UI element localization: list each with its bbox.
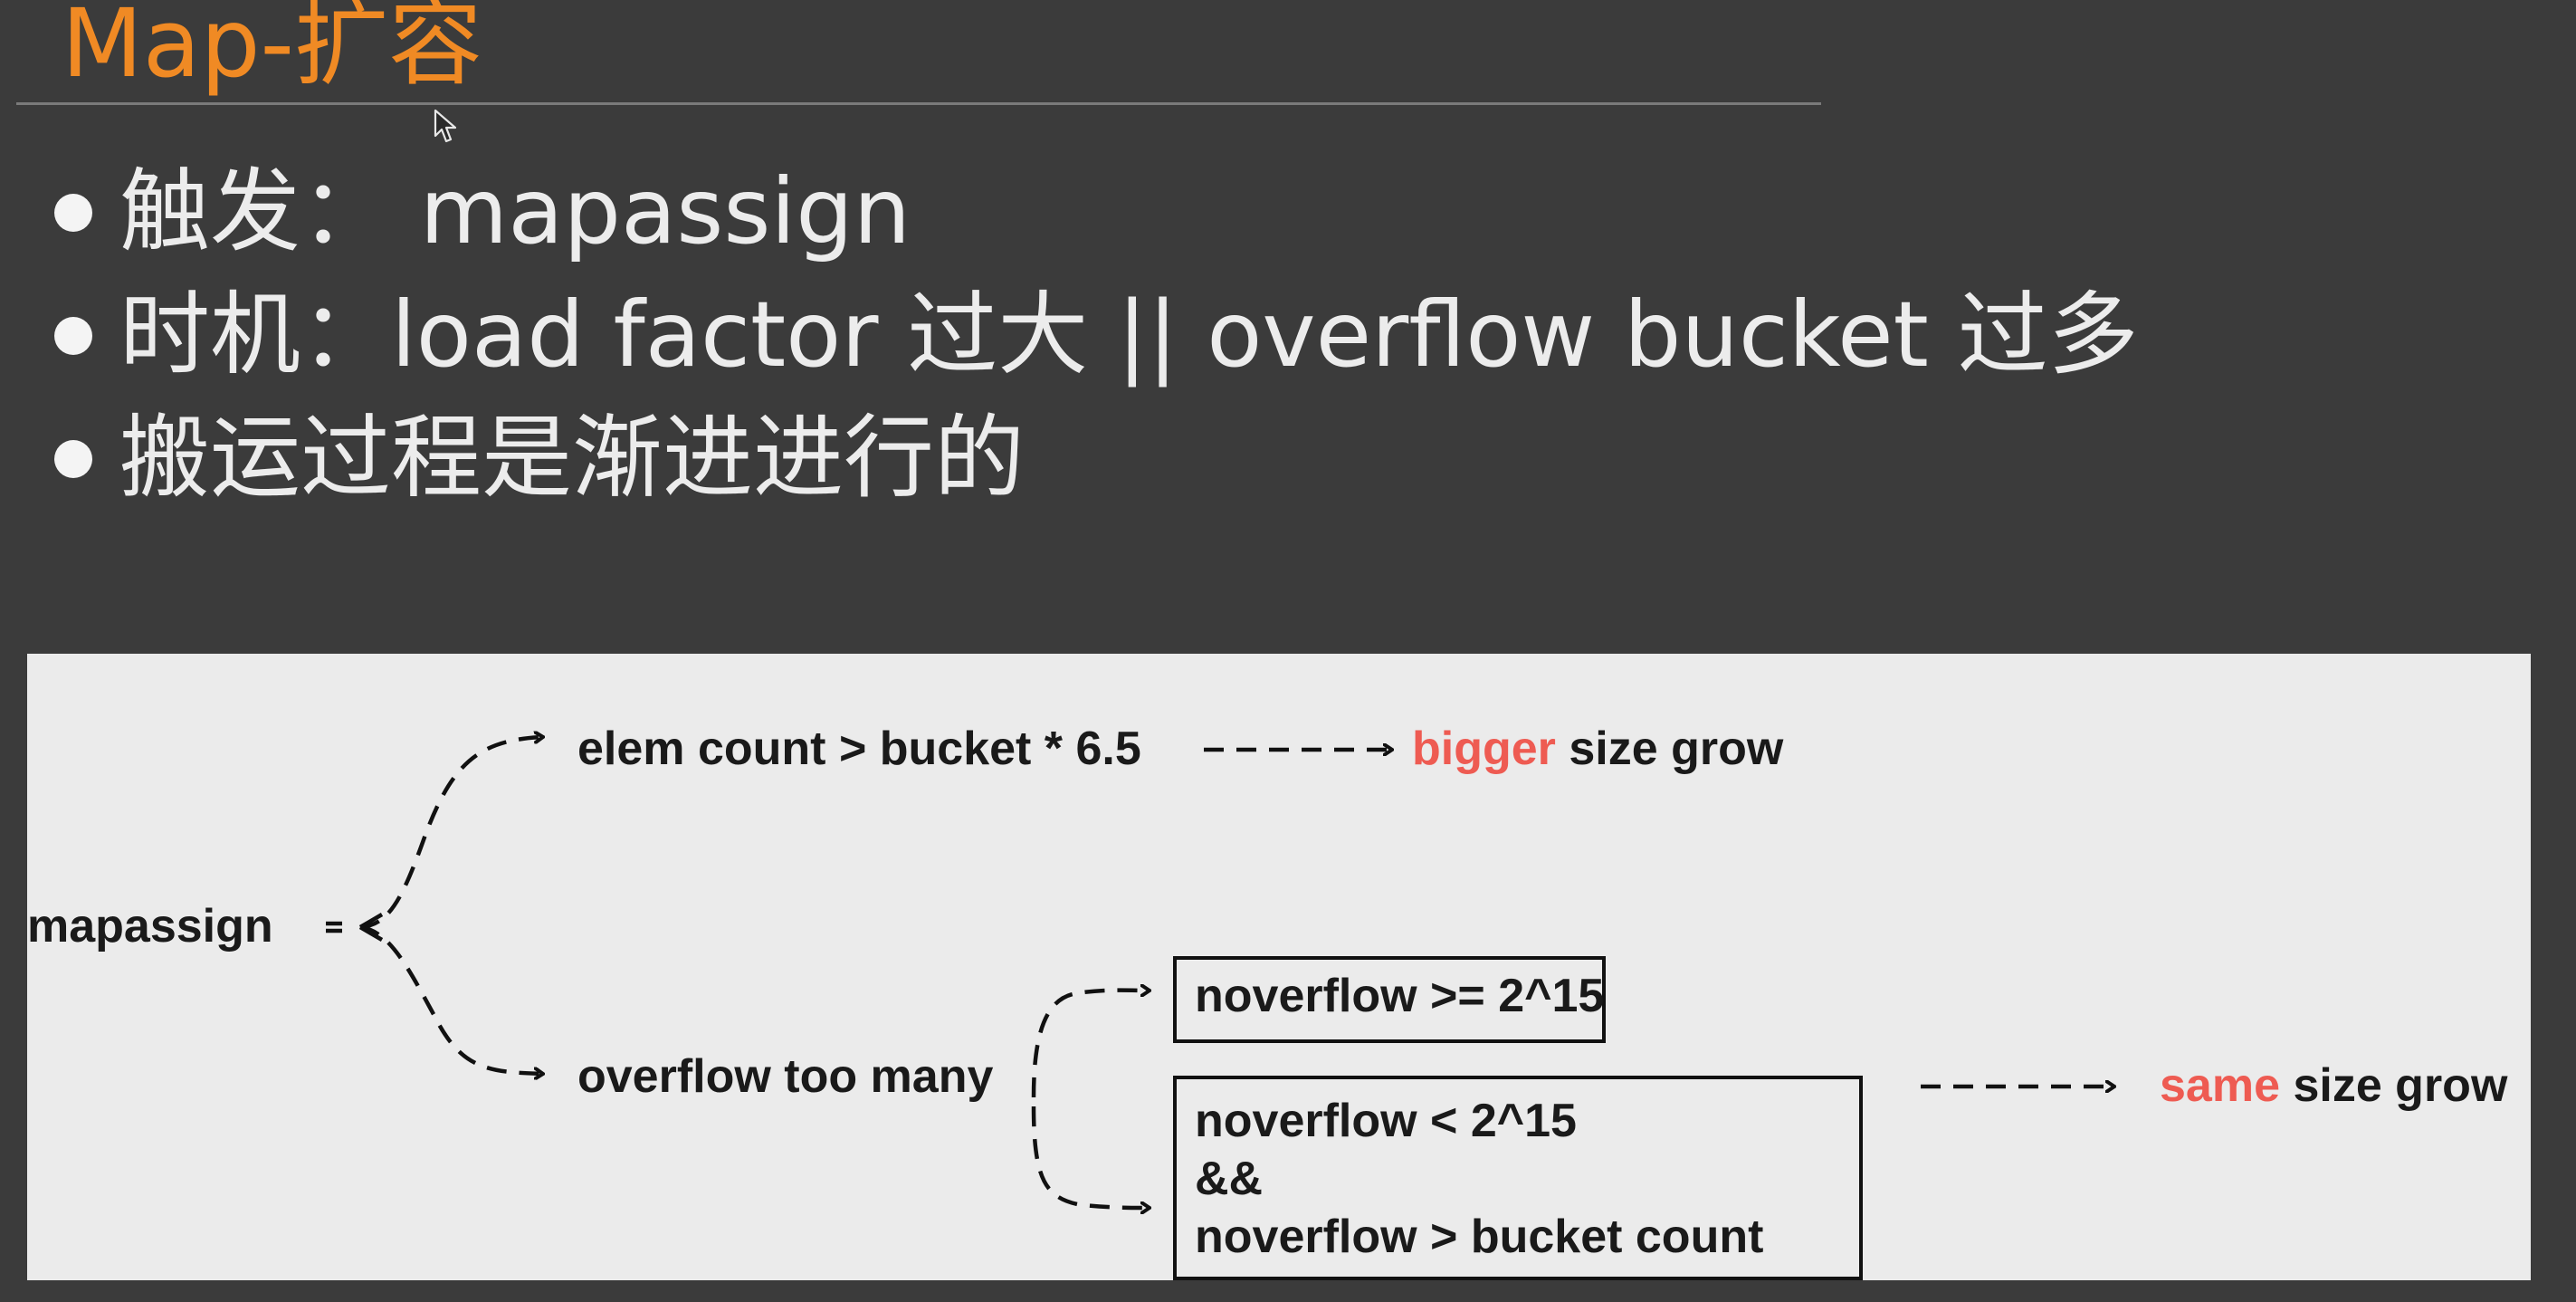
condition-text: && bbox=[1195, 1153, 1264, 1205]
bullet-list: 触发： mapassign 时机：load factor 过大 || overf… bbox=[54, 150, 2139, 520]
result-bigger-size-grow: bigger size grow bbox=[1412, 721, 1783, 777]
diagram-panel: mapassign elem count > bucket * 6.5 over… bbox=[27, 654, 2531, 1280]
branch-top-curve bbox=[359, 737, 543, 930]
bullet-item: 触发： mapassign bbox=[54, 150, 2139, 273]
result-bigger-label: bigger bbox=[1412, 723, 1556, 775]
node-overflow-too-many: overflow too many bbox=[577, 1050, 994, 1103]
title-divider bbox=[16, 102, 1821, 105]
branch-bottom-curve bbox=[359, 924, 543, 1074]
bullet-text: 触发： mapassign bbox=[119, 158, 911, 264]
node-elem-count: elem count > bucket * 6.5 bbox=[577, 723, 1141, 775]
condition-text: noverflow < 2^15 bbox=[1195, 1095, 1577, 1147]
condition-box-large-overflow: noverflow >= 2^15 bbox=[1173, 956, 1606, 1043]
result-size-grow-label: size grow bbox=[1555, 723, 1784, 775]
result-same-label: same bbox=[2160, 1059, 2280, 1112]
condition-text: noverflow > bucket count bbox=[1195, 1211, 1764, 1263]
result-size-grow-label: size grow bbox=[2280, 1059, 2508, 1112]
bullet-text: 时机：load factor 过大 || overflow bucket 过多 bbox=[119, 282, 2139, 388]
condition-text: noverflow >= 2^15 bbox=[1195, 970, 1605, 1022]
node-mapassign: mapassign bbox=[27, 900, 273, 953]
bullet-item: 时机：load factor 过大 || overflow bucket 过多 bbox=[54, 273, 2139, 397]
bullet-text: 搬运过程是渐进进行的 bbox=[119, 405, 1025, 511]
bullet-dot-icon bbox=[54, 194, 92, 232]
mouse-pointer-icon bbox=[434, 109, 457, 143]
split-up-curve bbox=[1031, 991, 1150, 1098]
split-down-curve bbox=[1031, 1106, 1150, 1208]
bullet-dot-icon bbox=[54, 317, 92, 355]
bullet-dot-icon bbox=[54, 440, 92, 478]
slide: Map-扩容 触发： mapassign 时机：load factor 过大 |… bbox=[0, 0, 2576, 1302]
result-same-size-grow: same size grow bbox=[2160, 1058, 2507, 1114]
condition-box-small-overflow: noverflow < 2^15 && noverflow > bucket c… bbox=[1173, 1076, 1863, 1280]
bullet-item: 搬运过程是渐进进行的 bbox=[54, 397, 2139, 520]
slide-title: Map-扩容 bbox=[62, 0, 483, 99]
